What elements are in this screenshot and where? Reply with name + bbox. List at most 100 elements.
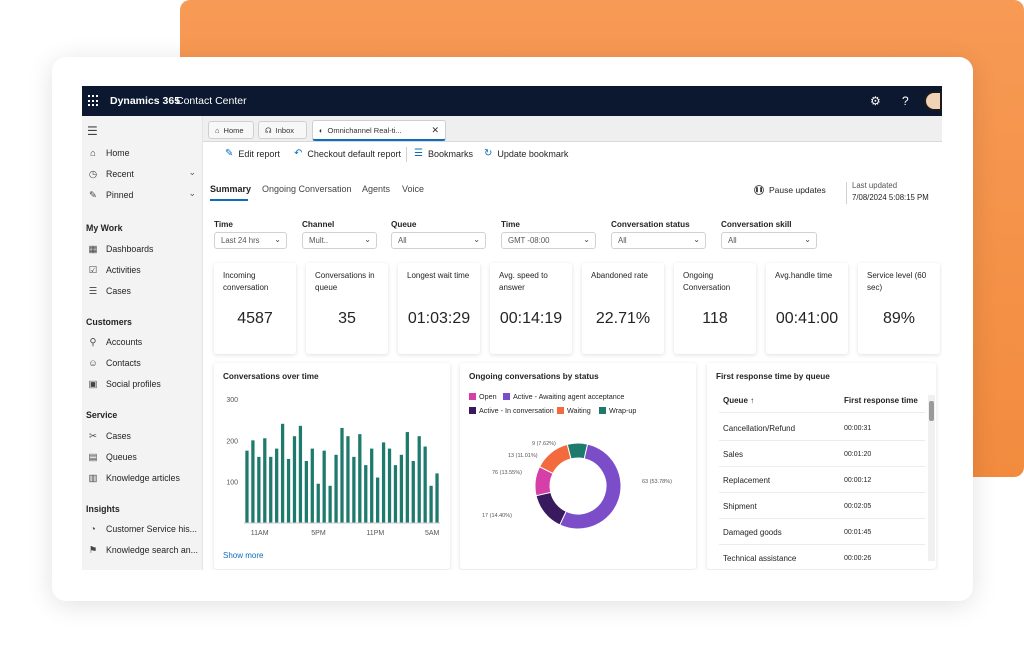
sidebar-item-customer-service-historical[interactable]: ◔ Customer Service his... [86, 520, 198, 538]
sidebar-item-label: Dashboards [106, 244, 154, 254]
legend-item-open: Open [469, 392, 497, 401]
tab-ongoing-conversation[interactable]: Ongoing Conversation [262, 184, 352, 194]
tab-summary[interactable]: Summary [210, 184, 251, 194]
legend-label: Wrap-up [609, 406, 637, 415]
bar [352, 456, 356, 523]
sidebar-item-cases[interactable]: ☰ Cases [86, 282, 198, 300]
hamburger-icon[interactable]: ☰ [87, 124, 98, 138]
donut-annotation: 63 (53.78%) [642, 479, 672, 485]
sidebar-item-accounts[interactable]: ⚲ Accounts [86, 333, 198, 351]
tab-home[interactable]: ⌂ Home [208, 121, 254, 139]
pause-icon: ❚❚ [754, 185, 764, 195]
filter-timezone-select[interactable]: GMT -08:00 ⌄ [501, 232, 596, 249]
filter-conversation-status-select[interactable]: All ⌄ [611, 232, 706, 249]
bar [257, 456, 261, 523]
kpi-label: Avg. speed to answer [499, 271, 548, 292]
y-tick-label: 200 [226, 438, 238, 445]
tab-voice[interactable]: Voice [402, 184, 424, 194]
column-header-queue[interactable]: Queue ↑ [723, 396, 754, 405]
chevron-down-icon: ⌄ [583, 235, 590, 244]
close-icon[interactable]: ✕ [431, 125, 439, 136]
clock-icon: ◷ [88, 168, 98, 180]
chevron-down-icon[interactable]: ⌄ [188, 167, 196, 178]
sidebar-item-dashboards[interactable]: ▦ Dashboards [86, 240, 198, 258]
pause-updates-button[interactable]: ❚❚ Pause updates [754, 185, 826, 195]
bar [328, 485, 332, 523]
edit-report-button[interactable]: ✎ Edit report [225, 148, 280, 159]
tab-inbox[interactable]: ☊ Inbox [258, 121, 307, 139]
sidebar-item-label: Social profiles [106, 379, 161, 389]
refresh-icon: ↻ [484, 148, 493, 159]
kpi-value: 35 [338, 310, 356, 327]
checkout-default-report-button[interactable]: ↶ Checkout default report [294, 148, 401, 159]
sidebar-item-queues[interactable]: ▤ Queues [86, 448, 198, 466]
filter-time-select[interactable]: Last 24 hrs ⌄ [214, 232, 287, 249]
kpi-label: Incoming conversation [223, 271, 269, 292]
sidebar-item-knowledge-articles[interactable]: ▥ Knowledge articles [86, 469, 198, 487]
brand-name: Dynamics 365 [110, 95, 181, 107]
app-launcher-icon[interactable] [88, 95, 100, 107]
bar [269, 456, 273, 523]
bar [334, 454, 338, 523]
sidebar-item-knowledge-search-analytics[interactable]: ⚑ Knowledge search an... [86, 541, 198, 559]
button-label: Checkout default report [307, 148, 401, 159]
sidebar-item-contacts[interactable]: ☺ Contacts [86, 354, 198, 372]
last-updated-divider [846, 182, 847, 204]
sidebar-item-service-cases[interactable]: ✂ Cases [86, 427, 198, 445]
sidebar-item-activities[interactable]: ☑ Activities [86, 261, 198, 279]
help-icon[interactable]: ? [902, 94, 909, 108]
bar [399, 454, 404, 523]
activities-icon: ☑ [88, 264, 98, 276]
undo-icon: ↶ [294, 148, 303, 159]
show-more-link[interactable]: Show more [223, 551, 263, 560]
table-cell-queue: Replacement [723, 476, 771, 485]
home-icon: ⌂ [90, 147, 96, 159]
tab-omnichannel-realtime[interactable]: ◐ Omnichannel Real-ti... ✕ [312, 120, 446, 141]
sidebar-item-label: Knowledge search an... [106, 545, 198, 555]
panel-conversations-over-time: Conversations over time 100 200 300 11AM 5PM… [214, 363, 450, 569]
bar [346, 436, 350, 523]
kpi-card-ongoing-conversation: Ongoing Conversation 118 [674, 263, 756, 354]
section-heading-my-work: My Work [86, 223, 123, 233]
bar [340, 427, 344, 523]
bar [322, 450, 326, 523]
report-icon: ◐ [319, 125, 324, 135]
section-heading-service: Service [86, 410, 118, 420]
sidebar-item-label: Cases [106, 286, 131, 296]
bar [275, 448, 279, 523]
filter-conversation-skill-select[interactable]: All ⌄ [721, 232, 817, 249]
sidebar-item-recent[interactable]: ◷ Recent ⌄ [86, 165, 198, 183]
chevron-down-icon[interactable]: ⌄ [188, 188, 196, 199]
table-cell-time: 00:02:05 [844, 503, 872, 510]
bar [286, 458, 291, 523]
section-heading-insights: Insights [86, 504, 120, 514]
wrench-icon: ✂ [89, 430, 97, 442]
chevron-down-icon: ⌄ [693, 235, 700, 244]
filter-queue-select[interactable]: All ⌄ [391, 232, 486, 249]
button-label: Edit report [238, 148, 280, 159]
cases-icon: ☰ [88, 285, 98, 297]
sidebar-item-label: Queues [106, 452, 137, 462]
row-divider [719, 466, 925, 467]
table-cell-queue: Sales [723, 450, 744, 459]
tab-agents[interactable]: Agents [362, 184, 390, 194]
kpi-value: 00:41:00 [775, 310, 839, 327]
scrollbar-thumb[interactable] [929, 401, 934, 421]
table-cell-time: 00:00:12 [844, 477, 872, 484]
filter-label-channel: Channel [302, 220, 335, 229]
sidebar-item-social-profiles[interactable]: ▣ Social profiles [86, 375, 198, 393]
gear-icon[interactable]: ⚙ [870, 94, 881, 108]
bookmarks-button[interactable]: ☰ Bookmarks [414, 148, 473, 159]
kpi-card-conversations-in-queue: Conversations in queue 35 [306, 263, 388, 354]
y-tick-label: 100 [226, 480, 238, 487]
kpi-card-service-level: Service level (60 sec) 89% [858, 263, 940, 354]
avatar[interactable] [924, 91, 942, 111]
bar [304, 461, 308, 523]
sidebar-item-label: Pinned [106, 190, 134, 200]
table-cell-queue: Shipment [723, 502, 757, 511]
update-bookmark-button[interactable]: ↻ Update bookmark [484, 148, 568, 159]
column-header-first-response-time[interactable]: First response time [844, 396, 918, 405]
filter-channel-select[interactable]: Mult.. ⌄ [302, 232, 377, 249]
sidebar-item-home[interactable]: ⌂ Home [86, 144, 198, 162]
sidebar-item-pinned[interactable]: ✎ Pinned ⌄ [86, 186, 198, 204]
